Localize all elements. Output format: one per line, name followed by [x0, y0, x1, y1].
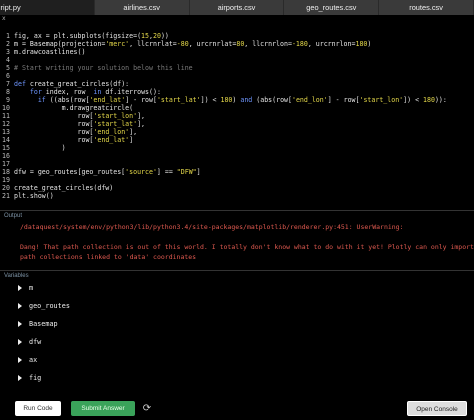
- code-text: m.drawgreatcircle(: [14, 104, 134, 112]
- expand-triangle-icon[interactable]: [18, 285, 22, 291]
- code-line[interactable]: 19: [0, 176, 14, 184]
- code-text: row['start_lat'],: [14, 120, 146, 128]
- code-line[interactable]: 14 row['end_lat']: [0, 136, 133, 144]
- line-number: 8: [6, 88, 10, 96]
- tab-script-py[interactable]: script.py: [0, 0, 95, 15]
- code-line[interactable]: 10 m.drawgreatcircle(: [0, 104, 133, 112]
- code-text: row['end_lon'],: [14, 128, 138, 136]
- variable-name: m: [29, 284, 34, 292]
- output-label: Output: [4, 213, 23, 219]
- expand-triangle-icon[interactable]: [18, 303, 22, 309]
- open-console-button[interactable]: Open Console: [407, 401, 467, 416]
- output-line: /dataquest/system/env/python3/lib/python…: [20, 223, 404, 231]
- code-text: m = Basemap(projection='merc', llcrnrlat…: [14, 40, 372, 48]
- line-number: 9: [6, 96, 10, 104]
- variable-name: geo_routes: [29, 302, 70, 310]
- line-number: 7: [6, 80, 10, 88]
- code-text: plt.show(): [14, 192, 54, 200]
- code-line[interactable]: 12 row['start_lat'],: [0, 120, 145, 128]
- variable-name: fig: [29, 374, 42, 382]
- line-number: 1: [6, 32, 10, 40]
- divider: [0, 270, 474, 271]
- code-line[interactable]: 5 # Start writing your solution below thi…: [0, 64, 193, 72]
- code-line[interactable]: 1 fig, ax = plt.subplots(figsize=(15,20)): [0, 32, 169, 40]
- code-text: ): [14, 144, 66, 152]
- submit-answer-button[interactable]: Submit Answer: [71, 401, 135, 416]
- line-number: 18: [2, 168, 10, 176]
- variable-item[interactable]: m: [18, 284, 33, 292]
- variable-item[interactable]: fig: [18, 374, 41, 382]
- variable-name: dfw: [29, 338, 42, 346]
- line-number: 13: [2, 128, 10, 136]
- code-text: dfw = geo_routes[geo_routes['source'] ==…: [14, 168, 201, 176]
- code-line[interactable]: 20 create_great_circles(dfw): [0, 184, 113, 192]
- code-line[interactable]: 6: [0, 72, 14, 80]
- line-number: 16: [2, 152, 10, 160]
- expand-triangle-icon[interactable]: [18, 321, 22, 327]
- line-number: 17: [2, 160, 10, 168]
- run-code-button[interactable]: Run Code: [15, 401, 61, 416]
- variable-item[interactable]: geo_routes: [18, 302, 70, 310]
- line-number: 2: [6, 40, 10, 48]
- expand-triangle-icon[interactable]: [18, 357, 22, 363]
- code-line[interactable]: 11 row['start_lon'],: [0, 112, 145, 120]
- file-tabs: script.py airlines.csv airports.csv geo_…: [0, 0, 474, 15]
- code-line[interactable]: 7 def create_great_circles(df):: [0, 80, 129, 88]
- code-line[interactable]: 15 ): [0, 144, 66, 152]
- line-number: 4: [6, 56, 10, 64]
- variable-item[interactable]: Basemap: [18, 320, 58, 328]
- output-line: path collections linked to 'data' coordi…: [20, 253, 197, 261]
- line-number: 3: [6, 48, 10, 56]
- code-text: create_great_circles(dfw): [14, 184, 114, 192]
- line-number: 12: [2, 120, 10, 128]
- tab-airlines-csv[interactable]: airlines.csv: [95, 0, 190, 15]
- line-number: 19: [2, 176, 10, 184]
- action-bar: Run Code Submit Answer ⟳ Open Console: [0, 396, 474, 420]
- expand-triangle-icon[interactable]: [18, 339, 22, 345]
- code-text: row['end_lat']: [14, 136, 134, 144]
- expand-triangle-icon[interactable]: [18, 375, 22, 381]
- code-text: def create_great_circles(df):: [14, 80, 130, 88]
- code-text: if ((abs(row['end_lat'] - row['start_lat…: [37, 96, 447, 104]
- reset-icon[interactable]: ⟳: [141, 401, 153, 416]
- code-editor[interactable]: 1 fig, ax = plt.subplots(figsize=(15,20))…: [0, 20, 474, 210]
- code-text: fig, ax = plt.subplots(figsize=(15,20)): [14, 32, 169, 40]
- variable-item[interactable]: ax: [18, 356, 37, 364]
- code-line[interactable]: 9 if ((abs(row['end_lat'] - row['start_l…: [0, 96, 447, 104]
- code-line[interactable]: 13 row['end_lon'],: [0, 128, 137, 136]
- code-text: # Start writing your solution below this…: [14, 64, 193, 72]
- line-number: 10: [2, 104, 10, 112]
- line-number: 11: [2, 112, 10, 120]
- line-number: 6: [6, 72, 10, 80]
- code-line[interactable]: 8 for index, row in df.iterrows():: [0, 88, 161, 96]
- code-line[interactable]: 2 m = Basemap(projection='merc', llcrnrla…: [0, 40, 371, 48]
- code-line[interactable]: 21 plt.show(): [0, 192, 54, 200]
- tab-routes-csv[interactable]: routes.csv: [379, 0, 474, 15]
- tab-airports-csv[interactable]: airports.csv: [190, 0, 285, 15]
- tab-geo-routes-csv[interactable]: geo_routes.csv: [284, 0, 380, 15]
- divider: [0, 210, 474, 211]
- code-line[interactable]: 17: [0, 160, 14, 168]
- output-line: Dang! That path collection is out of thi…: [20, 243, 474, 251]
- variable-name: Basemap: [29, 320, 58, 328]
- code-line[interactable]: 18 dfw = geo_routes[geo_routes['source'] …: [0, 168, 201, 176]
- line-number: 20: [2, 184, 10, 192]
- variables-label: Variables: [4, 273, 29, 279]
- line-number: 5: [6, 64, 10, 72]
- code-text: for index, row in df.iterrows():: [29, 88, 161, 96]
- variable-item[interactable]: dfw: [18, 338, 41, 346]
- code-line[interactable]: 4: [0, 56, 14, 64]
- line-number: 15: [2, 144, 10, 152]
- variable-name: ax: [29, 356, 38, 364]
- code-text: m.drawcoastlines(): [14, 48, 86, 56]
- code-line[interactable]: 16: [0, 152, 14, 160]
- code-text: row['start_lon'],: [14, 112, 146, 120]
- line-number: 21: [2, 192, 10, 200]
- line-number: 14: [2, 136, 10, 144]
- code-line[interactable]: 3 m.drawcoastlines(): [0, 48, 85, 56]
